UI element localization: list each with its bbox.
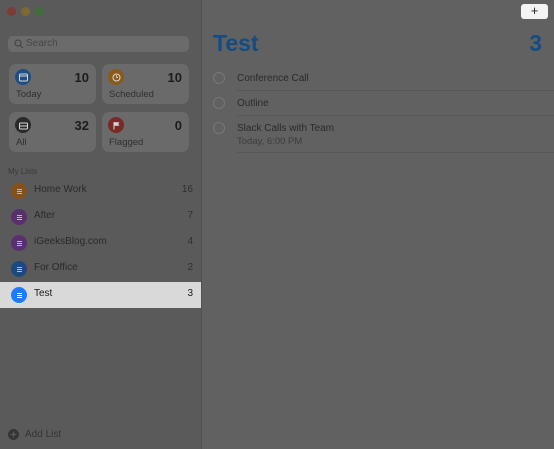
task-title[interactable]: Slack Calls with Team bbox=[237, 123, 334, 134]
flagged-label: Flagged bbox=[109, 137, 144, 148]
task-checkbox[interactable] bbox=[213, 97, 225, 109]
minimize-window-button[interactable] bbox=[21, 7, 30, 16]
search-input[interactable]: Search bbox=[8, 36, 189, 52]
task-checkbox[interactable] bbox=[213, 122, 225, 134]
today-label: Today bbox=[16, 89, 42, 100]
scheduled-label: Scheduled bbox=[109, 89, 154, 100]
tray-icon bbox=[15, 117, 31, 133]
sidebar: Search 10 Today 10 Scheduled 32 All 0 Fl… bbox=[0, 0, 202, 449]
task-checkbox[interactable] bbox=[213, 72, 225, 84]
list-bullet-icon bbox=[11, 209, 27, 225]
task-row[interactable]: Outline bbox=[202, 96, 554, 118]
calendar-icon bbox=[15, 69, 31, 85]
clock-icon bbox=[108, 69, 124, 85]
list-title: Test bbox=[213, 30, 259, 56]
list-count: 4 bbox=[187, 236, 193, 247]
task-due-date: Today, 6:00 PM bbox=[237, 136, 303, 147]
list-bullet-icon bbox=[11, 183, 27, 199]
list-bullet-icon bbox=[11, 287, 27, 303]
flagged-count: 0 bbox=[174, 118, 182, 133]
task-row[interactable]: Conference Call bbox=[202, 70, 554, 92]
close-window-button[interactable] bbox=[7, 7, 16, 16]
smart-list-flagged[interactable]: 0 Flagged bbox=[102, 112, 189, 152]
smart-list-scheduled[interactable]: 10 Scheduled bbox=[102, 64, 189, 104]
list-count: 2 bbox=[187, 262, 193, 273]
main-panel bbox=[202, 0, 554, 449]
smart-list-today[interactable]: 10 Today bbox=[9, 64, 96, 104]
list-item-test[interactable]: Test 3 bbox=[0, 282, 201, 308]
list-bullet-icon bbox=[11, 235, 27, 251]
zoom-window-button[interactable] bbox=[35, 7, 44, 16]
today-count: 10 bbox=[74, 70, 89, 85]
add-reminder-button[interactable]: + bbox=[521, 4, 548, 19]
all-count: 32 bbox=[74, 118, 89, 133]
list-item-home-work[interactable]: Home Work 16 bbox=[0, 178, 201, 204]
list-count: 16 bbox=[181, 184, 193, 195]
scheduled-count: 10 bbox=[167, 70, 182, 85]
task-divider bbox=[237, 90, 554, 91]
smart-list-all[interactable]: 32 All bbox=[9, 112, 96, 152]
list-bullet-icon bbox=[11, 261, 27, 277]
task-row[interactable]: Slack Calls with Team Today, 6:00 PM bbox=[202, 120, 554, 154]
list-label: After bbox=[34, 210, 56, 221]
list-count: 3 bbox=[187, 288, 193, 299]
task-divider bbox=[237, 115, 554, 116]
list-label: iGeeksBlog.com bbox=[34, 236, 107, 247]
plus-circle-icon bbox=[8, 429, 19, 440]
flag-icon bbox=[108, 117, 124, 133]
all-label: All bbox=[16, 137, 27, 148]
task-title[interactable]: Conference Call bbox=[237, 73, 309, 84]
task-divider bbox=[237, 152, 554, 153]
list-item-igeeksblog[interactable]: iGeeksBlog.com 4 bbox=[0, 230, 201, 256]
list-total-count: 3 bbox=[529, 30, 542, 56]
search-placeholder: Search bbox=[26, 38, 58, 49]
my-lists-heading: My Lists bbox=[8, 167, 38, 176]
task-title[interactable]: Outline bbox=[237, 98, 269, 109]
add-list-label: Add List bbox=[25, 429, 62, 440]
list-count: 7 bbox=[187, 210, 193, 221]
search-icon bbox=[14, 39, 24, 49]
reminders-window: Search 10 Today 10 Scheduled 32 All 0 Fl… bbox=[0, 0, 554, 449]
list-item-after[interactable]: After 7 bbox=[0, 204, 201, 230]
list-label: Test bbox=[34, 288, 53, 299]
list-label: For Office bbox=[34, 262, 78, 273]
list-label: Home Work bbox=[34, 184, 87, 195]
list-item-for-office[interactable]: For Office 2 bbox=[0, 256, 201, 282]
